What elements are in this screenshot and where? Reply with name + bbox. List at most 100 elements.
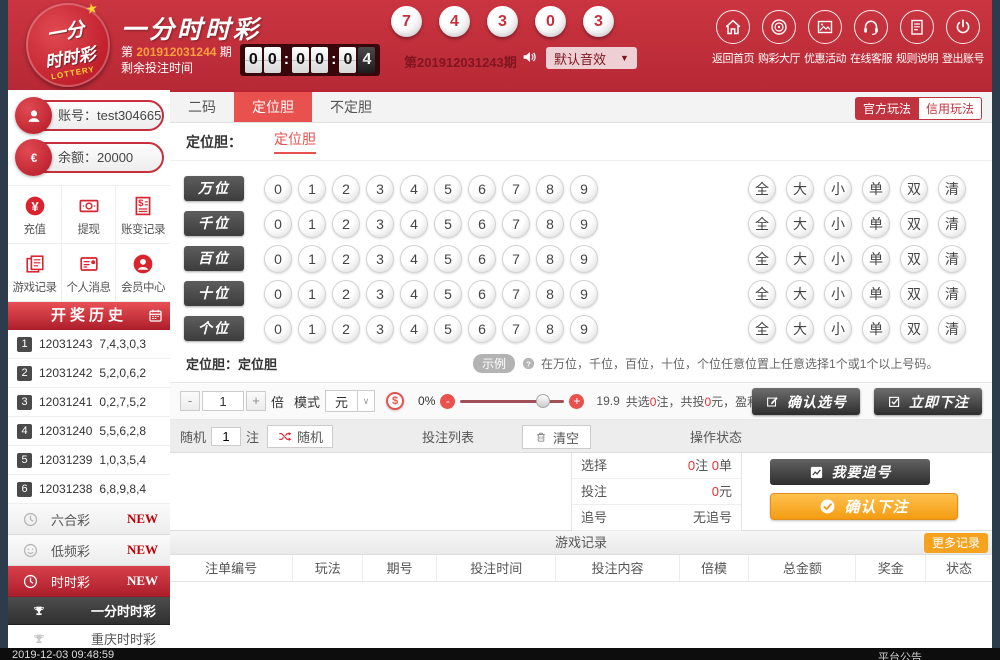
play-mode-官方玩法[interactable]: 官方玩法: [855, 97, 919, 120]
digit-ball-1[interactable]: 1: [298, 210, 326, 238]
digit-ball-8[interactable]: 8: [536, 210, 564, 238]
digit-ball-7[interactable]: 7: [502, 175, 530, 203]
random-count-input[interactable]: [211, 427, 241, 446]
quick-pick-双[interactable]: 双: [900, 315, 928, 343]
rebate-slider[interactable]: [460, 400, 564, 403]
quick-pick-双[interactable]: 双: [900, 280, 928, 308]
quick-pick-全[interactable]: 全: [748, 280, 776, 308]
digit-ball-2[interactable]: 2: [332, 280, 360, 308]
digit-ball-1[interactable]: 1: [298, 175, 326, 203]
digit-ball-3[interactable]: 3: [366, 210, 394, 238]
quick-pick-大[interactable]: 大: [786, 210, 814, 238]
quick-pick-双[interactable]: 双: [900, 245, 928, 273]
quick-pick-大[interactable]: 大: [786, 245, 814, 273]
quick-pick-全[interactable]: 全: [748, 315, 776, 343]
multiplier-minus-button[interactable]: -: [180, 391, 200, 411]
menu-item-时时彩[interactable]: 时时彩NEW: [8, 566, 170, 597]
digit-ball-8[interactable]: 8: [536, 245, 564, 273]
digit-ball-4[interactable]: 4: [400, 315, 428, 343]
menu-item-六合彩[interactable]: 六合彩NEW: [8, 504, 170, 535]
digit-ball-5[interactable]: 5: [434, 245, 462, 273]
digit-ball-2[interactable]: 2: [332, 315, 360, 343]
digit-ball-6[interactable]: 6: [468, 210, 496, 238]
digit-ball-8[interactable]: 8: [536, 315, 564, 343]
digit-ball-7[interactable]: 7: [502, 280, 530, 308]
digit-ball-2[interactable]: 2: [332, 210, 360, 238]
quick-pick-全[interactable]: 全: [748, 210, 776, 238]
digit-ball-6[interactable]: 6: [468, 175, 496, 203]
random-button[interactable]: 随机: [267, 425, 333, 448]
example-badge[interactable]: 示例: [473, 354, 515, 373]
rebate-minus-button[interactable]: -: [440, 394, 455, 409]
quick-pick-大[interactable]: 大: [786, 315, 814, 343]
clear-button[interactable]: 清空: [522, 425, 591, 449]
digit-ball-5[interactable]: 5: [434, 315, 462, 343]
confirm-bet-button[interactable]: 确认下注: [770, 493, 958, 520]
quick-action-账变记录[interactable]: $账变记录: [116, 186, 170, 244]
more-records-button[interactable]: 更多记录: [924, 533, 988, 553]
quick-pick-大[interactable]: 大: [786, 175, 814, 203]
bet-now-button[interactable]: 立即下注: [874, 388, 982, 415]
digit-ball-8[interactable]: 8: [536, 280, 564, 308]
question-icon[interactable]: ?: [521, 356, 536, 371]
quick-action-充值[interactable]: ¥充值: [8, 186, 62, 244]
digit-ball-1[interactable]: 1: [298, 245, 326, 273]
digit-ball-7[interactable]: 7: [502, 210, 530, 238]
quick-pick-单[interactable]: 单: [862, 315, 890, 343]
quick-pick-清[interactable]: 清: [938, 210, 966, 238]
digit-ball-9[interactable]: 9: [570, 280, 598, 308]
quick-pick-单[interactable]: 单: [862, 210, 890, 238]
digit-ball-6[interactable]: 6: [468, 280, 496, 308]
quick-action-游戏记录[interactable]: 游戏记录: [8, 244, 62, 302]
quick-pick-单[interactable]: 单: [862, 280, 890, 308]
quick-pick-双[interactable]: 双: [900, 175, 928, 203]
digit-ball-2[interactable]: 2: [332, 175, 360, 203]
digit-ball-2[interactable]: 2: [332, 245, 360, 273]
digit-ball-3[interactable]: 3: [366, 175, 394, 203]
multiplier-input[interactable]: [202, 391, 244, 411]
digit-ball-5[interactable]: 5: [434, 280, 462, 308]
unit-select[interactable]: 元 ∨: [325, 390, 375, 412]
sound-select[interactable]: 默认音效 ▼: [546, 47, 637, 69]
quick-pick-小[interactable]: 小: [824, 315, 852, 343]
digit-ball-4[interactable]: 4: [400, 175, 428, 203]
quick-action-会员中心[interactable]: 会员中心: [116, 244, 170, 302]
quick-pick-清[interactable]: 清: [938, 280, 966, 308]
digit-ball-8[interactable]: 8: [536, 175, 564, 203]
digit-ball-1[interactable]: 1: [298, 280, 326, 308]
quick-pick-全[interactable]: 全: [748, 175, 776, 203]
digit-ball-7[interactable]: 7: [502, 245, 530, 273]
tab-定位胆[interactable]: 定位胆: [234, 92, 312, 122]
quick-pick-单[interactable]: 单: [862, 175, 890, 203]
digit-ball-3[interactable]: 3: [366, 315, 394, 343]
quick-pick-清[interactable]: 清: [938, 175, 966, 203]
quick-pick-大[interactable]: 大: [786, 280, 814, 308]
digit-ball-4[interactable]: 4: [400, 210, 428, 238]
slider-knob[interactable]: [536, 394, 550, 408]
quick-action-个人消息[interactable]: 个人消息: [62, 244, 116, 302]
menu-item-低频彩[interactable]: 低频彩NEW: [8, 535, 170, 566]
digit-ball-9[interactable]: 9: [570, 245, 598, 273]
digit-ball-4[interactable]: 4: [400, 245, 428, 273]
digit-ball-9[interactable]: 9: [570, 315, 598, 343]
digit-ball-3[interactable]: 3: [366, 280, 394, 308]
nav-item-返回首页[interactable]: 返回首页: [710, 10, 756, 66]
nav-item-购彩大厅[interactable]: 购彩大厅: [756, 10, 802, 66]
digit-ball-0[interactable]: 0: [264, 175, 292, 203]
multiplier-plus-button[interactable]: +: [246, 391, 266, 411]
digit-ball-9[interactable]: 9: [570, 175, 598, 203]
quick-pick-小[interactable]: 小: [824, 210, 852, 238]
nav-item-优惠活动[interactable]: 优惠活动: [802, 10, 848, 66]
quick-pick-小[interactable]: 小: [824, 280, 852, 308]
rebate-plus-button[interactable]: +: [569, 394, 584, 409]
digit-ball-5[interactable]: 5: [434, 210, 462, 238]
subnav-link-dingweidan[interactable]: 定位胆: [274, 129, 316, 154]
speaker-icon[interactable]: [520, 48, 538, 66]
quick-pick-全[interactable]: 全: [748, 245, 776, 273]
quick-action-提现[interactable]: 提现: [62, 186, 116, 244]
quick-pick-小[interactable]: 小: [824, 175, 852, 203]
digit-ball-6[interactable]: 6: [468, 245, 496, 273]
digit-ball-7[interactable]: 7: [502, 315, 530, 343]
digit-ball-6[interactable]: 6: [468, 315, 496, 343]
nav-item-登出账号[interactable]: 登出账号: [940, 10, 986, 66]
